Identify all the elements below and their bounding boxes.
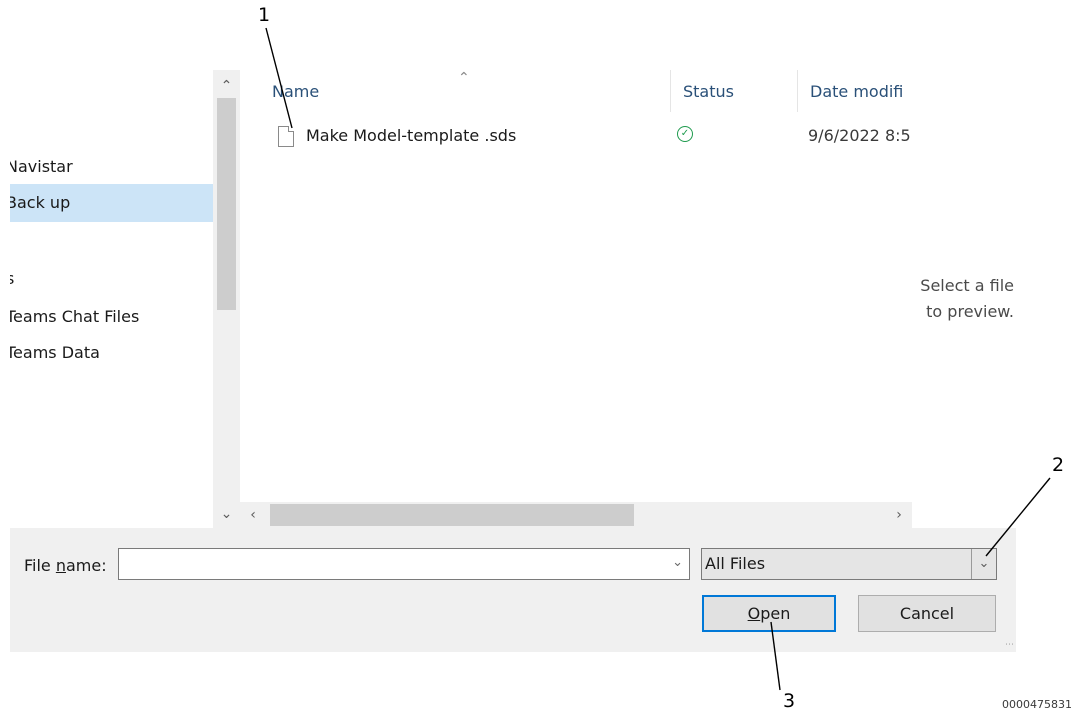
callout-number-1: 1 <box>258 4 271 26</box>
callout-line-2 <box>985 477 1051 557</box>
callout-line-1 <box>265 27 293 129</box>
callout-lines <box>265 27 1051 691</box>
figure-code: 0000475831 <box>1002 698 1072 711</box>
callout-number-2: 2 <box>1052 454 1065 476</box>
callout-line-3 <box>770 621 781 691</box>
callout-number-3: 3 <box>783 690 796 712</box>
